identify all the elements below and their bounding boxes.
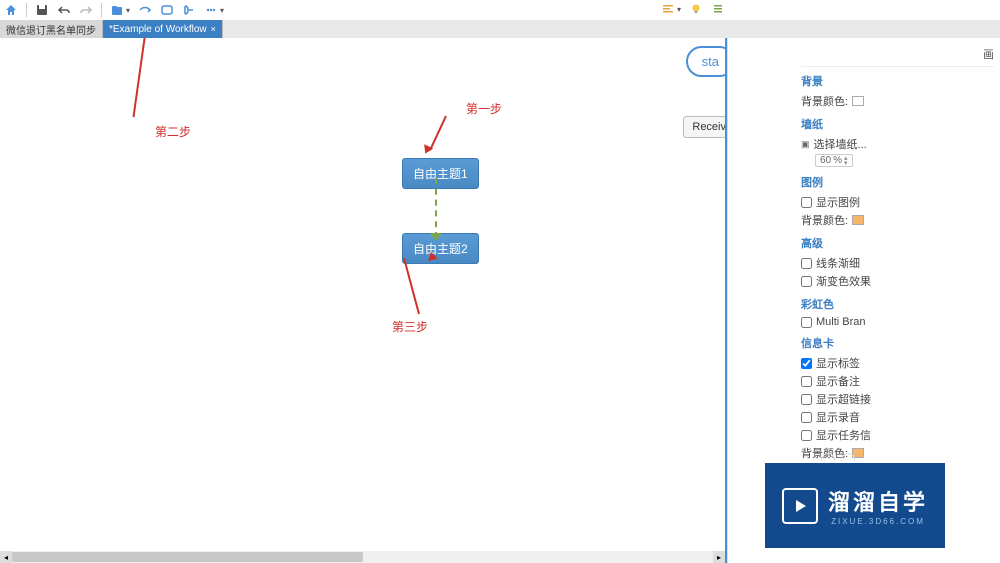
row-show-notes[interactable]: 显示备注 (801, 372, 994, 390)
save-icon[interactable] (35, 3, 49, 17)
horizontal-scrollbar[interactable]: ◂ ▸ (0, 551, 725, 563)
opacity-input[interactable]: 60 % ▴▾ (815, 154, 853, 167)
label-gradient: 渐变色效果 (816, 273, 871, 289)
receive-button[interactable]: Receiv (683, 116, 727, 138)
section-background: 背景 (801, 73, 994, 89)
more-dropdown[interactable]: ▾ (204, 3, 224, 17)
tab-example-workflow[interactable]: *Example of Workflow × (103, 20, 223, 38)
scroll-track[interactable] (12, 551, 713, 563)
chevron-down-icon: ▾ (677, 5, 681, 14)
row-show-audio[interactable]: 显示录音 (801, 408, 994, 426)
label-show-label: 显示标签 (816, 355, 860, 371)
scroll-right-button[interactable]: ▸ (713, 551, 725, 563)
checkbox-multi-branch[interactable] (801, 317, 812, 328)
label-bg-color: 背景颜色: (801, 93, 848, 109)
label-multi-branch: Multi Bran (816, 316, 866, 328)
annotation-step1: 第一步 (466, 100, 502, 117)
row-show-legend[interactable]: 显示图例 (801, 193, 994, 211)
boundary-icon[interactable] (160, 3, 174, 17)
label-show-task: 显示任务信 (816, 427, 871, 443)
tab-label: *Example of Workflow (109, 24, 207, 35)
watermark-main: 溜溜自学 (828, 485, 928, 517)
close-icon[interactable]: × (211, 24, 216, 34)
annotation-step3: 第三步 (392, 318, 428, 335)
list-icon[interactable] (711, 2, 725, 16)
node-topic-1[interactable]: 自由主题1 (402, 158, 479, 189)
tab-wechat-sync[interactable]: 微信退订黑名单同步 (0, 20, 103, 38)
document-tabs: 微信退订黑名单同步 *Example of Workflow × (0, 20, 1000, 38)
annotation-step2: 第二步 (155, 123, 191, 140)
row-opacity: 60 % ▴▾ (801, 153, 994, 168)
canvas-toolbar: ▾ (661, 2, 725, 16)
main-toolbar: ▾ ▾ (0, 0, 1000, 20)
chevron-down-icon: ▾ (220, 6, 224, 15)
stepper-buttons[interactable]: ▴▾ (844, 156, 848, 166)
section-legend: 图例 (801, 174, 994, 190)
redo-icon[interactable] (79, 3, 93, 17)
checkbox-gradient[interactable] (801, 276, 812, 287)
row-legend-bg: 背景颜色: (801, 211, 994, 229)
checkbox-show-label[interactable] (801, 358, 812, 369)
row-gradient[interactable]: 渐变色效果 (801, 272, 994, 290)
canvas-wrap: sta Receiv 自由主题1 自由主题2 第一步 第二步 第三步 ◂ ▸ (0, 38, 727, 563)
start-node[interactable]: sta (686, 46, 727, 77)
checkbox-show-audio[interactable] (801, 412, 812, 423)
watermark-sub: ZIXUE.3D66.COM (831, 517, 925, 526)
scroll-left-button[interactable]: ◂ (0, 551, 12, 563)
row-show-label[interactable]: 显示标签 (801, 354, 994, 372)
summary-icon[interactable] (182, 3, 196, 17)
checkbox-show-task[interactable] (801, 430, 812, 441)
watermark-dots (821, 453, 855, 461)
section-info-card: 信息卡 (801, 335, 994, 351)
connector-arrow (430, 233, 442, 241)
connector (435, 178, 437, 238)
color-swatch[interactable] (852, 215, 864, 225)
opacity-value: 60 (820, 155, 831, 166)
section-wallpaper: 墙纸 (801, 116, 994, 132)
arrow-line (132, 38, 147, 117)
color-swatch[interactable] (852, 96, 864, 106)
watermark: 溜溜自学 ZIXUE.3D66.COM (765, 463, 945, 548)
checkbox-line-taper[interactable] (801, 258, 812, 269)
align-dropdown[interactable]: ▾ (661, 2, 681, 16)
opacity-unit: % (833, 155, 842, 166)
play-icon (782, 488, 818, 524)
label-show-audio: 显示录音 (816, 409, 860, 425)
section-rainbow: 彩虹色 (801, 296, 994, 312)
row-show-task[interactable]: 显示任务信 (801, 426, 994, 444)
bulb-icon[interactable] (689, 2, 703, 16)
label-show-notes: 显示备注 (816, 373, 860, 389)
row-line-taper[interactable]: 线条渐细 (801, 254, 994, 272)
panel-header: 画 (801, 42, 994, 67)
section-advanced: 高级 (801, 235, 994, 251)
label-legend-bg: 背景颜色: (801, 212, 848, 228)
arrow-line (429, 116, 447, 151)
checkbox-show-notes[interactable] (801, 376, 812, 387)
home-icon[interactable] (4, 3, 18, 17)
label-show-link: 显示超链接 (816, 391, 871, 407)
row-multi-branch[interactable]: Multi Bran (801, 315, 994, 329)
label-select-wallpaper: 选择墙纸... (814, 136, 867, 152)
undo-icon[interactable] (57, 3, 71, 17)
checkbox-show-legend[interactable] (801, 197, 812, 208)
label-show-legend: 显示图例 (816, 194, 860, 210)
label-line-taper: 线条渐细 (816, 255, 860, 271)
separator (26, 3, 27, 17)
arrow-line (403, 258, 420, 315)
relation-icon[interactable] (138, 3, 152, 17)
row-bg-color: 背景颜色: (801, 92, 994, 110)
row-show-link[interactable]: 显示超链接 (801, 390, 994, 408)
scroll-thumb[interactable] (12, 552, 363, 562)
watermark-text: 溜溜自学 ZIXUE.3D66.COM (828, 485, 928, 526)
row-select-wallpaper[interactable]: ▣ 选择墙纸... (801, 135, 994, 153)
open-dropdown[interactable]: ▾ (110, 3, 130, 17)
canvas[interactable]: sta Receiv 自由主题1 自由主题2 第一步 第二步 第三步 (0, 38, 725, 551)
separator (101, 3, 102, 17)
checkbox-show-link[interactable] (801, 394, 812, 405)
chevron-down-icon: ▾ (126, 6, 130, 15)
tree-toggle-icon[interactable]: ▣ (801, 139, 810, 150)
tab-label: 微信退订黑名单同步 (6, 22, 96, 37)
